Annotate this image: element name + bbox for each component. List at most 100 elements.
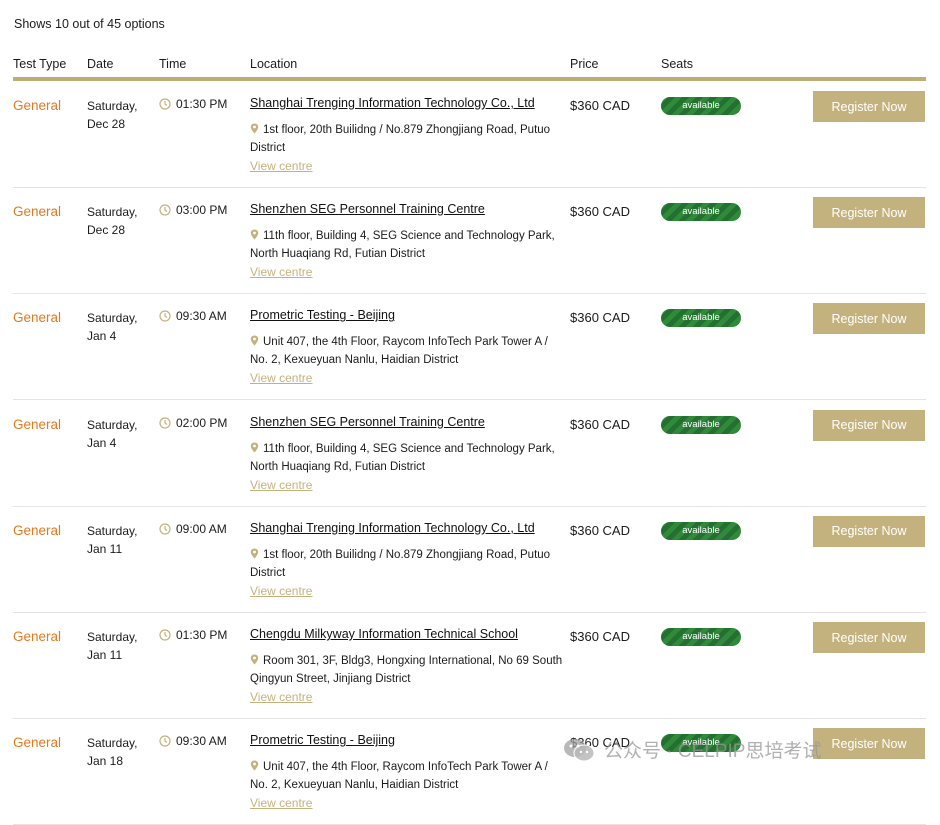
clock-icon — [159, 735, 171, 747]
seats-available-badge: available — [661, 734, 741, 753]
date-month-day: Jan 4 — [87, 329, 117, 344]
session-date: Saturday, Jan 18 — [87, 734, 149, 770]
table-row: General Saturday, Dec 28 03:00 PM Shenzh… — [0, 188, 940, 295]
register-now-button[interactable]: Register Now — [813, 409, 925, 441]
location-address: 1st floor, 20th Builidng / No.879 Zhongj… — [250, 546, 568, 582]
date-weekday: Saturday, — [87, 736, 138, 751]
date-month-day: Dec 28 — [87, 223, 126, 238]
map-pin-icon — [250, 654, 259, 665]
session-date: Saturday, Jan 4 — [87, 309, 149, 345]
register-now-button[interactable]: Register Now — [813, 622, 925, 653]
register-now-button[interactable]: Register Now — [813, 515, 925, 547]
address-text: Unit 407, the 4th Floor, Raycom InfoTech… — [250, 761, 548, 792]
seats-available-badge: available — [661, 628, 741, 646]
date-weekday: Saturday, — [87, 523, 138, 538]
price: $360 CAD — [570, 98, 630, 113]
session-time: 01:30 PM — [159, 628, 227, 642]
view-centre-link[interactable]: View centre — [250, 796, 312, 810]
seats-available-badge: available — [661, 415, 741, 434]
price: $360 CAD — [570, 522, 630, 538]
time-text: 01:30 PM — [176, 628, 228, 642]
map-pin-icon — [250, 229, 259, 240]
location-link[interactable]: Shenzhen SEG Personnel Training Centre — [250, 202, 485, 216]
table-row: General Saturday, Jan 11 09:00 AM Shangh… — [0, 507, 940, 613]
header-seats: Seats — [661, 57, 693, 71]
location-address: Unit 407, the 4th Floor, Raycom InfoTech… — [250, 758, 568, 794]
clock-icon — [159, 523, 171, 535]
session-date: Saturday, Dec 28 — [87, 203, 149, 239]
table-row: General Saturday, Jan 18 09:30 AM Promet… — [0, 719, 940, 825]
view-centre-link[interactable]: View centre — [250, 159, 312, 173]
date-weekday: Saturday, — [87, 205, 138, 220]
session-time: 02:00 PM — [159, 416, 227, 430]
table-row: General Saturday, Jan 11 01:30 PM Chengd… — [0, 613, 940, 719]
test-type: General — [13, 310, 62, 326]
address-text: 1st floor, 20th Builidng / No.879 Zhongj… — [250, 548, 551, 579]
results-summary: Shows 10 out of 45 options — [14, 17, 165, 31]
view-centre-link[interactable]: View centre — [250, 584, 312, 598]
price: $360 CAD — [570, 629, 630, 644]
location-address: 1st floor, 20th Builidng / No.879 Zhongj… — [250, 121, 568, 157]
location-link[interactable]: Chengdu Milkyway Information Technical S… — [250, 627, 518, 641]
table-row: General Saturday, Jan 4 02:00 PM Shenzhe… — [0, 401, 940, 507]
header-divider — [13, 77, 926, 81]
seats-available-badge: available — [661, 203, 741, 222]
view-centre-link[interactable]: View centre — [250, 371, 312, 385]
session-date: Saturday, Dec 28 — [87, 97, 149, 133]
price: $360 CAD — [570, 735, 630, 751]
date-weekday: Saturday, — [87, 99, 138, 113]
view-centre-link[interactable]: View centre — [250, 478, 312, 492]
clock-icon — [159, 98, 171, 110]
header-location: Location — [250, 57, 298, 71]
header-date: Date — [87, 57, 114, 71]
location-link[interactable]: Shanghai Trenging Information Technology… — [250, 521, 535, 535]
test-type: General — [13, 416, 62, 432]
price: $360 CAD — [570, 310, 630, 326]
session-time: 01:30 PM — [159, 97, 227, 111]
date-month-day: Jan 11 — [87, 648, 123, 662]
location-address: 11th floor, Building 4, SEG Science and … — [250, 227, 568, 263]
header-price: Price — [570, 57, 599, 71]
date-weekday: Saturday, — [87, 417, 138, 432]
view-centre-link[interactable]: View centre — [250, 265, 312, 279]
session-date: Saturday, Jan 4 — [87, 416, 149, 452]
address-text: Room 301, 3F, Bldg3, Hongxing Internatio… — [250, 655, 563, 685]
test-type: General — [13, 204, 62, 220]
location-link[interactable]: Shenzhen SEG Personnel Training Centre — [250, 415, 485, 429]
address-text: Unit 407, the 4th Floor, Raycom InfoTech… — [250, 336, 548, 367]
header-test-type: Test Type — [13, 57, 67, 71]
seats-available-badge: available — [661, 521, 741, 540]
date-month-day: Jan 11 — [87, 541, 123, 556]
view-centre-link[interactable]: View centre — [250, 690, 312, 704]
session-date: Saturday, Jan 11 — [87, 522, 149, 558]
register-now-button[interactable]: Register Now — [813, 728, 925, 760]
seats-available-badge: available — [661, 309, 741, 328]
address-text: 11th floor, Building 4, SEG Science and … — [250, 442, 555, 473]
register-now-button[interactable]: Register Now — [813, 197, 925, 229]
session-time: 09:30 AM — [159, 309, 227, 323]
test-type: General — [13, 522, 62, 538]
map-pin-icon — [250, 335, 259, 346]
session-time: 03:00 PM — [159, 203, 227, 217]
test-type: General — [13, 629, 62, 644]
location-link[interactable]: Shanghai Trenging Information Technology… — [250, 96, 535, 110]
test-type: General — [13, 735, 62, 751]
map-pin-icon — [250, 760, 259, 771]
clock-icon — [159, 310, 171, 322]
table-row: General Saturday, Dec 28 01:30 PM Shangh… — [0, 82, 940, 188]
session-time: 09:00 AM — [159, 522, 227, 536]
location-address: Room 301, 3F, Bldg3, Hongxing Internatio… — [250, 652, 568, 688]
map-pin-icon — [250, 123, 259, 134]
table-row: General Saturday, Jan 4 09:30 AM Prometr… — [0, 294, 940, 401]
address-text: 11th floor, Building 4, SEG Science and … — [250, 230, 555, 261]
price: $360 CAD — [570, 416, 630, 432]
location-link[interactable]: Prometric Testing - Beijing — [250, 308, 395, 322]
time-text: 02:00 PM — [176, 415, 228, 430]
location-link[interactable]: Prometric Testing - Beijing — [250, 733, 395, 747]
time-text: 01:30 PM — [176, 97, 228, 111]
time-text: 09:30 AM — [176, 309, 227, 324]
register-now-button[interactable]: Register Now — [813, 303, 925, 335]
date-weekday: Saturday, — [87, 311, 138, 326]
register-now-button[interactable]: Register Now — [813, 91, 925, 122]
date-month-day: Jan 4 — [87, 435, 117, 450]
